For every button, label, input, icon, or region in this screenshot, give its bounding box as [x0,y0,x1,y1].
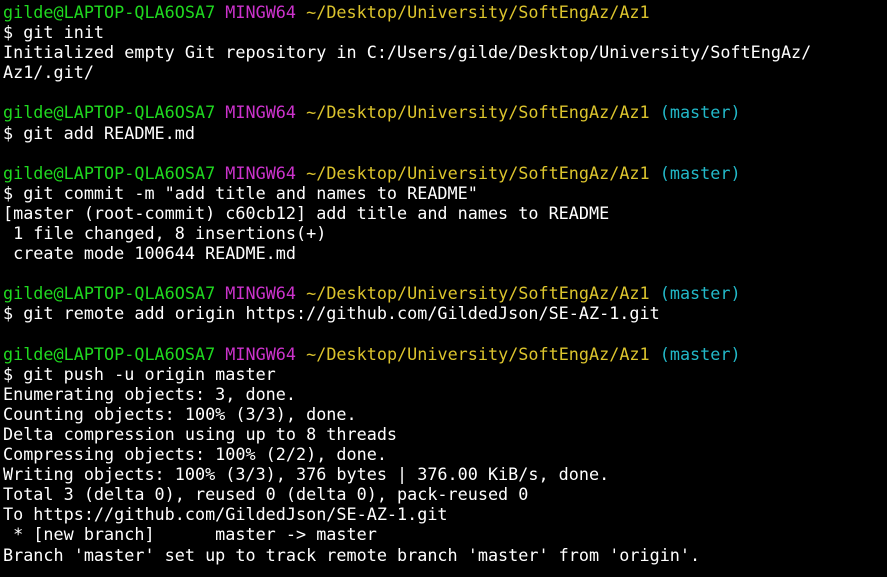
output-text: create mode 100644 README.md [3,243,296,264]
prompt-path: ~/Desktop/University/SoftEngAz/Az1 [306,102,650,123]
prompt-shell-name: MINGW64 [225,283,297,304]
prompt-user-host: gilde@LAPTOP-QLA6OSA7 [3,102,216,123]
prompt-user-host: gilde@LAPTOP-QLA6OSA7 [3,162,216,183]
command-text: $ git commit -m "add title and names to … [3,182,478,203]
output-line: Initialized empty Git repository in C:/U… [3,42,887,62]
prompt-path: ~/Desktop/University/SoftEngAz/Az1 [306,162,650,183]
output-text: To https://github.com/GildedJson/SE-AZ-1… [3,504,448,525]
output-text: Compressing objects: 100% (2/2), done. [3,444,387,465]
prompt-shell-name: MINGW64 [225,162,297,183]
output-line: Counting objects: 100% (3/3), done. [3,404,887,424]
output-text: [master (root-commit) c60cb12] add title… [3,202,610,223]
command-text: $ git remote add origin https://github.c… [3,303,660,324]
output-line: Compressing objects: 100% (2/2), done. [3,444,887,464]
output-line: 1 file changed, 8 insertions(+) [3,223,887,243]
terminal-output[interactable]: gilde@LAPTOP-QLA6OSA7 MINGW64 ~/Desktop/… [3,2,887,577]
output-line: Total 3 (delta 0), reused 0 (delta 0), p… [3,484,887,504]
output-text: * [new branch] master -> master [3,524,377,545]
command-line: $ git remote add origin https://github.c… [3,303,887,323]
output-text: 1 file changed, 8 insertions(+) [3,223,327,244]
output-line: create mode 100644 README.md [3,243,887,263]
command-line: $ git add README.md [3,123,887,143]
output-text: Initialized empty Git repository in C:/U… [3,42,812,63]
prompt-line: gilde@LAPTOP-QLA6OSA7 MINGW64 ~/Desktop/… [3,283,887,303]
output-line: Branch 'master' set up to track remote b… [3,545,887,565]
prompt-line: gilde@LAPTOP-QLA6OSA7 MINGW64 ~/Desktop/… [3,344,887,364]
output-line: [master (root-commit) c60cb12] add title… [3,203,887,223]
output-text: Enumerating objects: 3, done. [3,383,296,404]
prompt-branch: (master) [659,283,741,304]
prompt-branch: (master) [659,162,741,183]
prompt-line: gilde@LAPTOP-QLA6OSA7 MINGW64 ~/Desktop/… [3,2,887,22]
prompt-path: ~/Desktop/University/SoftEngAz/Az1 [306,343,650,364]
output-line: To https://github.com/GildedJson/SE-AZ-1… [3,504,887,524]
output-line: Delta compression using up to 8 threads [3,424,887,444]
prompt-shell-name: MINGW64 [225,2,297,22]
output-text: Branch 'master' set up to track remote b… [3,544,701,565]
output-text: Az1/.git/ [3,62,94,83]
output-text: Delta compression using up to 8 threads [3,423,398,444]
output-text: Counting objects: 100% (3/3), done. [3,403,357,424]
output-line: Writing objects: 100% (3/3), 376 bytes |… [3,464,887,484]
prompt-path: ~/Desktop/University/SoftEngAz/Az1 [306,283,650,304]
output-line: Az1/.git/ [3,62,887,82]
prompt-line: gilde@LAPTOP-QLA6OSA7 MINGW64 ~/Desktop/… [3,102,887,122]
output-line: Enumerating objects: 3, done. [3,384,887,404]
command-text: $ git push -u origin master [3,363,276,384]
prompt-user-host: gilde@LAPTOP-QLA6OSA7 [3,283,216,304]
prompt-shell-name: MINGW64 [225,343,297,364]
output-line: * [new branch] master -> master [3,524,887,544]
command-text: $ git init [3,22,105,43]
prompt-line: gilde@LAPTOP-QLA6OSA7 MINGW64 ~/Desktop/… [3,163,887,183]
output-text: Writing objects: 100% (3/3), 376 bytes |… [3,464,610,485]
command-line: $ git init [3,22,887,42]
command-text: $ git add README.md [3,122,195,143]
prompt-user-host: gilde@LAPTOP-QLA6OSA7 [3,2,216,22]
prompt-shell-name: MINGW64 [225,102,297,123]
prompt-branch: (master) [659,102,741,123]
command-line: $ git push -u origin master [3,364,887,384]
prompt-user-host: gilde@LAPTOP-QLA6OSA7 [3,343,216,364]
prompt-branch: (master) [659,343,741,364]
prompt-path: ~/Desktop/University/SoftEngAz/Az1 [306,2,650,22]
output-text: Total 3 (delta 0), reused 0 (delta 0), p… [3,484,529,505]
command-line: $ git commit -m "add title and names to … [3,183,887,203]
